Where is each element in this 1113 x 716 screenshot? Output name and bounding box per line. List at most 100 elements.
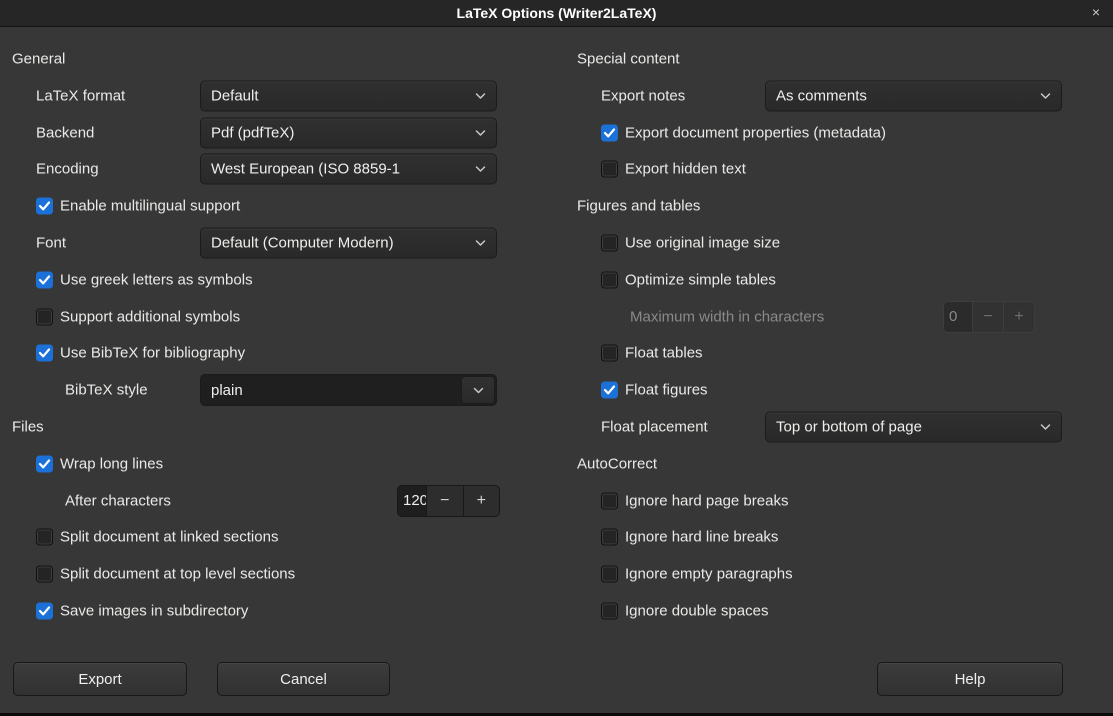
checkbox-label: Ignore hard line breaks [625,529,778,546]
float-placement-dropdown[interactable]: Top or bottom of page [765,411,1062,442]
combobox-text-field[interactable]: plain [201,375,460,405]
row-use-greek-letters-as-symbols: Use greek letters as symbols [12,261,545,298]
encoding-dropdown[interactable]: West European (ISO 8859-1 [200,154,497,185]
use-bibtex-for-bibliography-checkbox[interactable] [36,345,53,362]
checkbox-label: Float tables [625,345,703,362]
row-save-images-in-subdirectory: Save images in subdirectory [12,593,545,630]
row-support-additional-symbols: Support additional symbols [12,298,545,335]
field-label: After characters [65,492,171,509]
export-button[interactable]: Export [13,662,187,696]
checkbox-label: Optimize simple tables [625,271,776,288]
checkbox-label: Support additional symbols [60,308,240,325]
special-content-column: Special contentExport notesAs commentsEx… [577,41,1101,630]
row-latex-format: LaTeX formatDefault [12,77,545,114]
row-ignore-hard-line-breaks: Ignore hard line breaks [577,519,1101,556]
row-maximum-width-in-characters: Maximum width in characters0−+ [577,298,1101,335]
check-icon [38,348,51,359]
plus-icon[interactable]: + [463,486,500,516]
row-wrap-long-lines: Wrap long lines [12,445,545,482]
chevron-down-icon [472,386,485,395]
ignore-hard-line-breaks-checkbox[interactable] [601,529,618,546]
row-split-document-at-linked-sections: Split document at linked sections [12,519,545,556]
spinner-value: 0 [944,302,972,332]
checkbox-label: Use greek letters as symbols [60,271,253,288]
dropdown-value: West European (ISO 8859-1 [211,161,474,178]
export-document-properties-metadata-checkbox[interactable] [601,124,618,141]
row-float-tables: Float tables [577,335,1101,372]
checkbox-label: Save images in subdirectory [60,602,248,619]
row-after-characters: After characters 120−+ [12,482,545,519]
ignore-empty-paragraphs-checkbox[interactable] [601,566,618,583]
checkbox-label: Enable multilingual support [60,198,240,215]
dialog-window: LaTeX Options (Writer2LaTeX) × GeneralLa… [0,0,1113,716]
save-images-in-subdirectory-checkbox[interactable] [36,602,53,619]
checkbox-label: Wrap long lines [60,455,163,472]
ignore-double-spaces-checkbox[interactable] [601,602,618,619]
export-notes-dropdown[interactable]: As comments [765,80,1062,111]
split-document-at-linked-sections-checkbox[interactable] [36,529,53,546]
latex-format-dropdown[interactable]: Default [200,80,497,111]
maximum-width-in-characters-spinner: 0−+ [943,301,1035,333]
minus-icon: − [972,302,1003,332]
row-enable-multilingual-support: Enable multilingual support [12,188,545,225]
row-special-content: Special content [577,41,1101,78]
wrap-long-lines-checkbox[interactable] [36,455,53,472]
chevron-down-icon [1039,91,1052,100]
check-icon [603,385,616,396]
section-header-figures-and-tables: Figures and tables [577,198,700,215]
row-export-document-properties-metadata: Export document properties (metadata) [577,114,1101,151]
checkbox-label: Ignore double spaces [625,602,768,619]
close-icon[interactable]: × [1088,0,1104,27]
optimize-simple-tables-checkbox[interactable] [601,271,618,288]
field-label: Float placement [601,418,708,435]
section-header-files: Files [12,418,44,435]
support-additional-symbols-checkbox[interactable] [36,308,53,325]
font-dropdown[interactable]: Default (Computer Modern) [200,227,497,258]
section-header-general: General [12,50,65,67]
row-backend: Backend Pdf (pdfTeX) [12,114,545,151]
row-general: General [12,41,545,78]
check-icon [38,274,51,285]
enable-multilingual-support-checkbox[interactable] [36,198,53,215]
checkbox-label: Use BibTeX for bibliography [60,345,245,362]
field-label: Export notes [601,87,685,104]
minus-icon[interactable]: − [426,486,463,516]
section-header-autocorrect: AutoCorrect [577,455,657,472]
chevron-down-icon [474,165,487,174]
plus-icon: + [1003,302,1034,332]
cancel-button[interactable]: Cancel [217,662,390,696]
check-icon [603,127,616,138]
backend-dropdown[interactable]: Pdf (pdfTeX) [200,117,497,148]
check-icon [38,605,51,616]
check-icon [38,201,51,212]
spinner-value[interactable]: 120 [398,486,426,516]
ignore-hard-page-breaks-checkbox[interactable] [601,492,618,509]
row-ignore-hard-page-breaks: Ignore hard page breaks [577,482,1101,519]
row-float-figures: Float figures [577,372,1101,409]
use-original-image-size-checkbox[interactable] [601,234,618,251]
help-button[interactable]: Help [877,662,1063,696]
float-figures-checkbox[interactable] [601,382,618,399]
row-bibtex-style: BibTeX style plain [12,372,545,409]
split-document-at-top-level-sections-checkbox[interactable] [36,566,53,583]
checkbox-label: Split document at linked sections [60,529,278,546]
checkbox-label: Export hidden text [625,161,746,178]
export-hidden-text-checkbox[interactable] [601,161,618,178]
checkbox-label: Ignore empty paragraphs [625,566,793,583]
dropdown-value: Default [211,87,474,104]
row-export-notes: Export notes As comments [577,77,1101,114]
row-ignore-double-spaces: Ignore double spaces [577,593,1101,630]
row-float-placement: Float placement Top or bottom of page [577,409,1101,446]
row-optimize-simple-tables: Optimize simple tables [577,261,1101,298]
checkbox-label: Use original image size [625,234,780,251]
checkbox-label: Split document at top level sections [60,566,295,583]
checkbox-label: Export document properties (metadata) [625,124,886,141]
combobox-dropdown-button[interactable] [461,376,495,404]
field-label: BibTeX style [65,382,148,399]
section-header-special-content: Special content [577,50,680,67]
float-tables-checkbox[interactable] [601,345,618,362]
checkbox-label: Float figures [625,382,708,399]
field-label: Font [36,234,66,251]
field-label: Backend [36,124,94,141]
use-greek-letters-as-symbols-checkbox[interactable] [36,271,53,288]
